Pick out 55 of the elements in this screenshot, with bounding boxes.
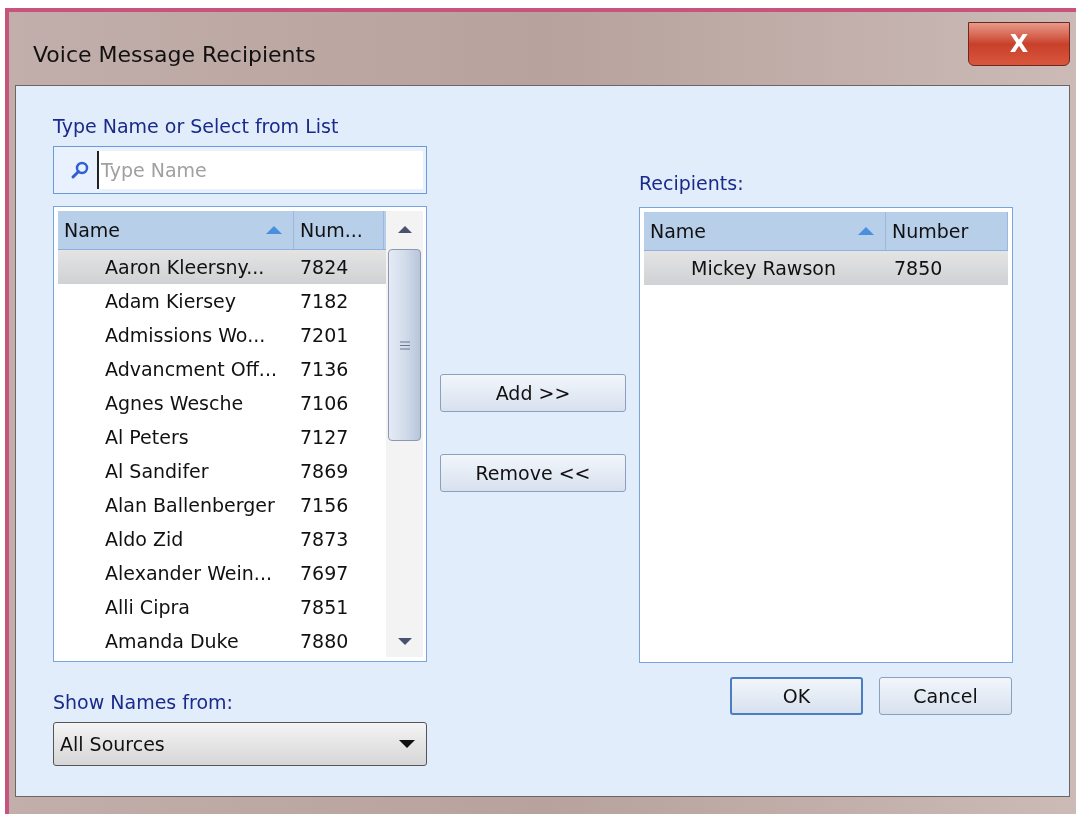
list-row[interactable]: Aaron Kleersny... 7824 bbox=[58, 250, 386, 284]
source-label: Show Names from: bbox=[53, 690, 234, 714]
extension-number: 7851 bbox=[299, 594, 349, 620]
extension-number: 7697 bbox=[299, 560, 349, 586]
scroll-thumb[interactable] bbox=[388, 249, 421, 441]
window-title: Voice Message Recipients bbox=[33, 41, 316, 69]
column-header[interactable]: Name bbox=[644, 212, 886, 250]
header-label: Num... bbox=[300, 217, 363, 243]
extension-number: 7873 bbox=[299, 526, 349, 552]
contact-name: Adam Kiersey bbox=[104, 288, 237, 314]
contact-name: Alli Cipra bbox=[104, 594, 191, 620]
close-button[interactable]: X bbox=[968, 22, 1070, 66]
scroll-up-icon[interactable] bbox=[396, 224, 413, 234]
extension-number: 7201 bbox=[299, 322, 349, 348]
search-field[interactable]: Type Name bbox=[53, 146, 427, 194]
scrollbar[interactable] bbox=[386, 211, 423, 657]
contact-name: Aldo Zid bbox=[104, 526, 185, 552]
action-button[interactable]: Add >> bbox=[440, 374, 626, 412]
list-row[interactable]: Mickey Rawson 7850 bbox=[644, 251, 1008, 285]
contact-name: Agnes Wesche bbox=[104, 390, 245, 416]
contact-name: Alexander Wein... bbox=[104, 560, 273, 586]
contact-name: Amanda Duke bbox=[104, 628, 240, 654]
recipients-label: Recipients: bbox=[639, 171, 745, 195]
contact-name: Aaron Kleersny... bbox=[104, 254, 266, 280]
extension-number: 7824 bbox=[299, 254, 349, 280]
extension-number: 7106 bbox=[299, 390, 349, 416]
action-button[interactable]: Remove << bbox=[440, 454, 626, 492]
extension-number: 7880 bbox=[299, 628, 349, 654]
contact-name: Mickey Rawson bbox=[690, 255, 837, 281]
contact-name: Al Sandifer bbox=[104, 458, 210, 484]
extension-number: 7850 bbox=[893, 255, 943, 281]
extension-number: 7136 bbox=[299, 356, 349, 382]
contact-name: Alan Ballenberger bbox=[104, 492, 276, 518]
grip-icon bbox=[398, 340, 411, 350]
dialog-button[interactable]: OK bbox=[730, 677, 863, 715]
column-header[interactable]: Num... bbox=[294, 211, 384, 249]
dialog-button[interactable]: Cancel bbox=[879, 677, 1012, 715]
source-dropdown[interactable]: All Sources bbox=[53, 722, 427, 766]
search-icon bbox=[69, 159, 91, 181]
header-label: Name bbox=[64, 217, 121, 243]
extension-number: 7156 bbox=[299, 492, 349, 518]
contact-name: Admissions Wo... bbox=[104, 322, 267, 348]
header-label: Number bbox=[891, 218, 969, 244]
scroll-down-icon[interactable] bbox=[396, 637, 413, 647]
contact-name: Al Peters bbox=[104, 424, 190, 450]
extension-number: 7127 bbox=[299, 424, 349, 450]
dropdown-value: All Sources bbox=[60, 731, 165, 757]
list-label: Type Name or Select from List bbox=[53, 114, 340, 138]
column-header[interactable]: Number bbox=[885, 212, 1008, 250]
header-label: Name bbox=[650, 218, 707, 244]
extension-number: 7182 bbox=[299, 288, 349, 314]
dropdown-caret-icon bbox=[398, 739, 416, 749]
extension-number: 7869 bbox=[299, 458, 349, 484]
contact-name: Advancment Off... bbox=[104, 356, 278, 382]
column-header[interactable]: Name bbox=[58, 211, 294, 249]
